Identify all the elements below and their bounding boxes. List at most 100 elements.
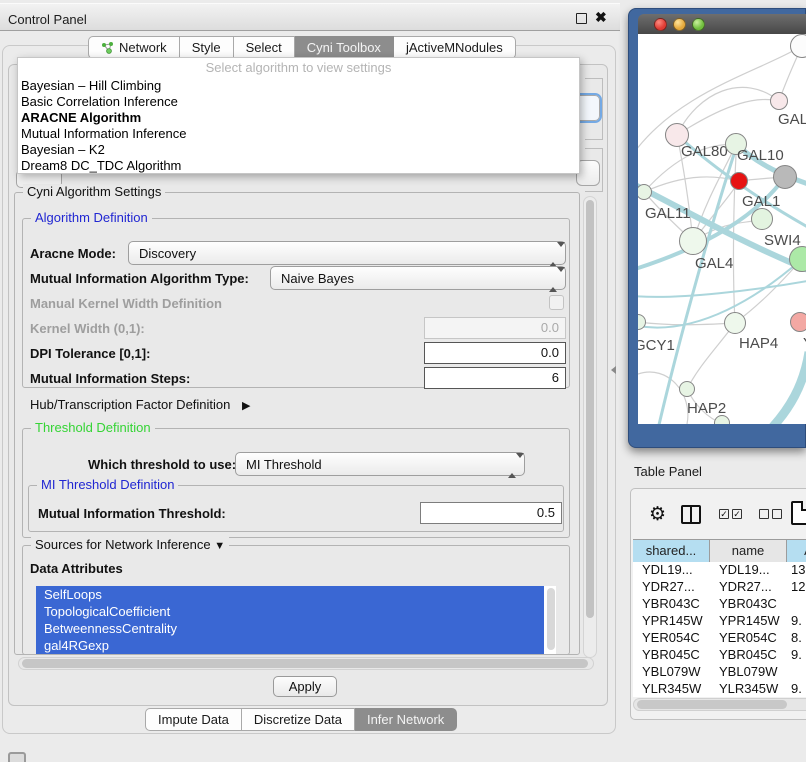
network-view-window[interactable]: GALGAL80GAL10GAL1GAL11GAL4SWI4GCY1HAP4YH…	[628, 8, 806, 448]
panel-splitter-collapse-icon[interactable]	[611, 366, 616, 374]
tab-select[interactable]: Select	[234, 36, 295, 59]
hub-definition-toggle[interactable]: Hub/Transcription Factor Definition ▶	[30, 397, 250, 412]
column-header-shared[interactable]: shared...	[633, 540, 710, 562]
which-threshold-label: Which threshold to use:	[88, 457, 236, 472]
tab-discretize-data[interactable]: Discretize Data	[242, 708, 355, 731]
network-node[interactable]	[751, 208, 773, 230]
tab-style[interactable]: Style	[180, 36, 234, 59]
mi-algorithm-type-combo[interactable]: Naive Bayes	[270, 266, 566, 290]
close-light-icon[interactable]	[654, 18, 667, 31]
network-node-gal1[interactable]	[730, 172, 748, 190]
algorithm-item-mutual-information-inference[interactable]: Mutual Information Inference	[18, 126, 579, 142]
attribute-item-selfloops[interactable]: SelfLoops	[36, 586, 544, 603]
sources-title[interactable]: Sources for Network Inference ▼	[31, 537, 229, 552]
table-cell: YBR045C	[710, 646, 787, 663]
tab-cyni-toolbox[interactable]: Cyni Toolbox	[295, 36, 394, 59]
algorithm-item-bayesian-k2[interactable]: Bayesian – K2	[18, 142, 579, 158]
table-cell: YBR045C	[633, 646, 710, 663]
settings-horizontal-scrollbar[interactable]	[18, 657, 594, 670]
tab-impute-data-label: Impute Data	[158, 709, 229, 730]
mi-threshold-definition-title: MI Threshold Definition	[37, 477, 178, 492]
network-window-titlebar[interactable]	[638, 14, 806, 34]
mi-steps-field[interactable]: 6	[424, 367, 566, 389]
settings-vertical-scrollbar-thumb[interactable]	[586, 200, 594, 618]
table-horizontal-scrollbar[interactable]	[633, 698, 806, 711]
aracne-mode-value: Discovery	[139, 246, 196, 261]
tab-network[interactable]: Network	[88, 36, 180, 59]
settings-horizontal-scrollbar-thumb[interactable]	[22, 659, 588, 668]
algorithm-item-dream8-dc-tdc-algorithm[interactable]: Dream8 DC_TDC Algorithm	[18, 158, 579, 174]
close-panel-icon[interactable]: ✖	[595, 9, 607, 26]
attributes-scrollbar[interactable]	[547, 588, 555, 650]
kernel-width-field[interactable]: 0.0	[424, 317, 566, 339]
attribute-item-topologicalcoefficient[interactable]: TopologicalCoefficient	[36, 603, 544, 620]
network-node-hap2[interactable]	[679, 381, 695, 397]
table-row[interactable]: YDR27...YDR27...12	[633, 578, 806, 595]
apply-button[interactable]: Apply	[273, 676, 337, 697]
algorithm-item-bayesian-hill-climbing[interactable]: Bayesian – Hill Climbing	[18, 78, 579, 94]
tab-jactivemnodules[interactable]: jActiveMNodules	[394, 36, 516, 59]
table-row[interactable]: YBR043CYBR043C	[633, 595, 806, 612]
select-all-icon[interactable]: ✓✓	[719, 509, 742, 519]
unselect-all-icon[interactable]	[759, 509, 782, 519]
table-row[interactable]: YBL079WYBL079W	[633, 663, 806, 680]
network-canvas[interactable]: GALGAL80GAL10GAL1GAL11GAL4SWI4GCY1HAP4YH…	[638, 34, 806, 424]
node-table: shared...nameA YDL19...YDL19...13YDR27..…	[633, 539, 806, 697]
cyni-algorithm-settings-title: Cyni Algorithm Settings	[23, 184, 165, 199]
network-node-y[interactable]	[790, 312, 806, 332]
attribute-item-gal4rgexp[interactable]: gal4RGexp	[36, 637, 544, 654]
float-panel-icon[interactable]	[576, 13, 587, 24]
screen: Control Panel ✖ NetworkStyleSelectCyni T…	[0, 0, 806, 762]
minimize-light-icon[interactable]	[673, 18, 686, 31]
mi-threshold-field[interactable]: 0.5	[420, 502, 562, 524]
algorithm-item-basic-correlation-inference[interactable]: Basic Correlation Inference	[18, 94, 579, 110]
combo-arrows-icon	[549, 272, 557, 287]
data-attributes-list: SelfLoopsTopologicalCoefficientBetweenne…	[36, 586, 556, 654]
column-header-a[interactable]: A	[787, 540, 806, 562]
which-threshold-combo[interactable]: MI Threshold	[235, 452, 525, 476]
aracne-mode-combo[interactable]: Discovery	[128, 241, 566, 265]
table-row[interactable]: YER054CYER054C8.	[633, 629, 806, 646]
minimized-panel-icon[interactable]	[8, 752, 26, 762]
table-row[interactable]: YLR345WYLR345W9.	[633, 680, 806, 697]
network-node-gal[interactable]	[770, 92, 788, 110]
dpi-tolerance-field[interactable]: 0.0	[424, 342, 566, 364]
table-header-row: shared...nameA	[633, 539, 806, 561]
table-cell: YDR27...	[710, 578, 787, 595]
column-chooser-icon[interactable]	[681, 505, 701, 524]
table-cell: YDL19...	[710, 561, 787, 578]
table-row[interactable]: YDL19...YDL19...13	[633, 561, 806, 578]
gear-icon[interactable]: ⚙	[649, 503, 666, 525]
tab-infer-network[interactable]: Infer Network	[355, 708, 457, 731]
table-cell: YPR145W	[710, 612, 787, 629]
tab-network-label: Network	[119, 37, 167, 58]
table-cell	[787, 595, 806, 612]
column-header-name[interactable]: name	[710, 540, 787, 562]
export-table-icon[interactable]	[791, 501, 806, 525]
table-row[interactable]: YBR045CYBR045C9.	[633, 646, 806, 663]
tab-jactivemnodules-label: jActiveMNodules	[406, 37, 503, 58]
tab-infer-network-label: Infer Network	[367, 709, 444, 730]
tab-style-label: Style	[192, 37, 221, 58]
algorithm-item-aracne-algorithm[interactable]: ARACNE Algorithm	[18, 110, 579, 126]
aracne-mode-label: Aracne Mode:	[30, 246, 116, 261]
node-label-swi4: SWI4	[764, 232, 801, 249]
table-panel: ⚙ ✓✓ shared...nameA YDL19...YDL19...13YD…	[630, 488, 806, 720]
tab-cyni-toolbox-label: Cyni Toolbox	[307, 37, 381, 58]
zoom-light-icon[interactable]	[692, 18, 705, 31]
network-node[interactable]	[773, 165, 797, 189]
network-node-hap4[interactable]	[724, 312, 746, 334]
expanded-arrow-icon: ▼	[214, 540, 225, 552]
attribute-item-betweennesscentrality[interactable]: BetweennessCentrality	[36, 620, 544, 637]
table-horizontal-scrollbar-thumb[interactable]	[637, 700, 787, 709]
node-label-gal10: GAL10	[737, 147, 784, 164]
node-label-gal11: GAL11	[645, 205, 691, 222]
tab-impute-data[interactable]: Impute Data	[145, 708, 242, 731]
settings-vertical-scrollbar[interactable]	[583, 196, 597, 658]
algorithm-list: Bayesian – Hill ClimbingBasic Correlatio…	[18, 78, 579, 174]
table-row[interactable]: YPR145WYPR145W9.	[633, 612, 806, 629]
network-node-gal4[interactable]	[679, 227, 707, 255]
network-node[interactable]	[714, 415, 730, 424]
manual-kernel-checkbox[interactable]	[549, 295, 564, 310]
table-toolbar: ⚙ ✓✓	[631, 489, 806, 539]
